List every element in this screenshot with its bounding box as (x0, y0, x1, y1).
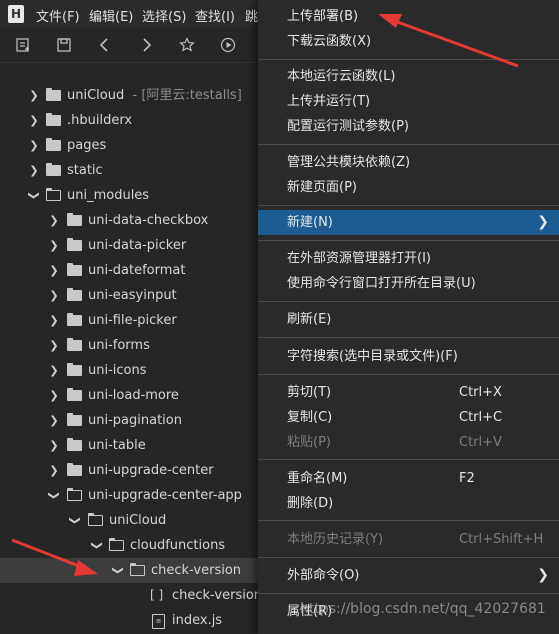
annotation-arrowhead-upload (378, 14, 402, 28)
annotation-arrow-check-version (11, 538, 85, 570)
annotation-arrow-upload (391, 18, 519, 68)
annotation-arrows (11, 14, 519, 576)
annotation-arrowhead-check-version (74, 560, 98, 576)
